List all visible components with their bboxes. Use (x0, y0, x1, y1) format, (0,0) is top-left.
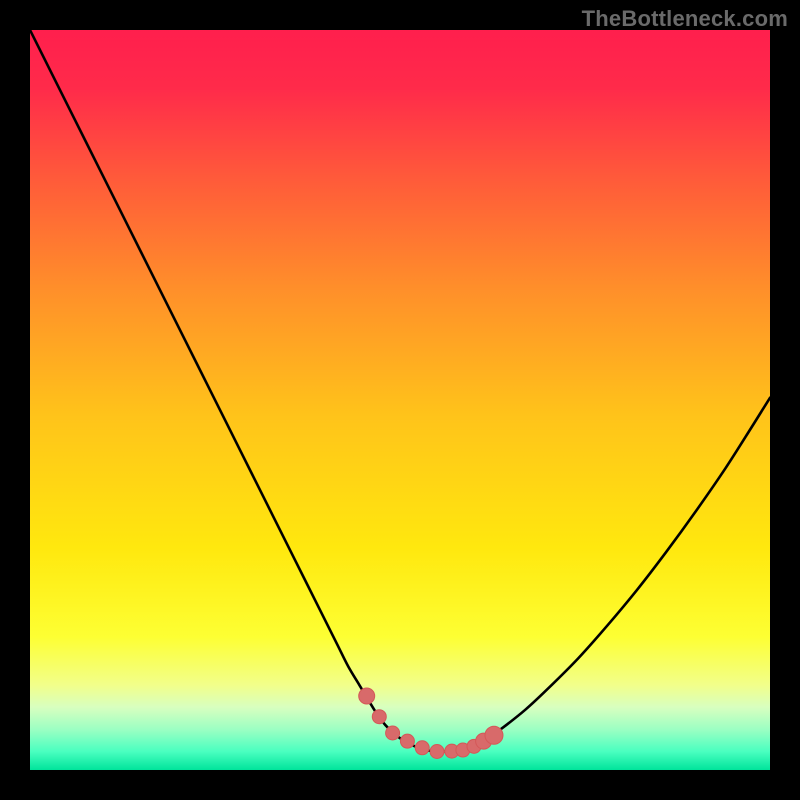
chart-canvas (30, 30, 770, 770)
curve-marker (415, 741, 429, 755)
watermark-text: TheBottleneck.com (582, 6, 788, 32)
black-frame: TheBottleneck.com (0, 0, 800, 800)
curve-marker (372, 710, 386, 724)
curve-marker (430, 745, 444, 759)
curve-marker (386, 726, 400, 740)
plot-area (30, 30, 770, 770)
curve-marker (400, 734, 414, 748)
curve-marker (485, 726, 503, 744)
gradient-background (30, 30, 770, 770)
curve-marker (359, 688, 375, 704)
